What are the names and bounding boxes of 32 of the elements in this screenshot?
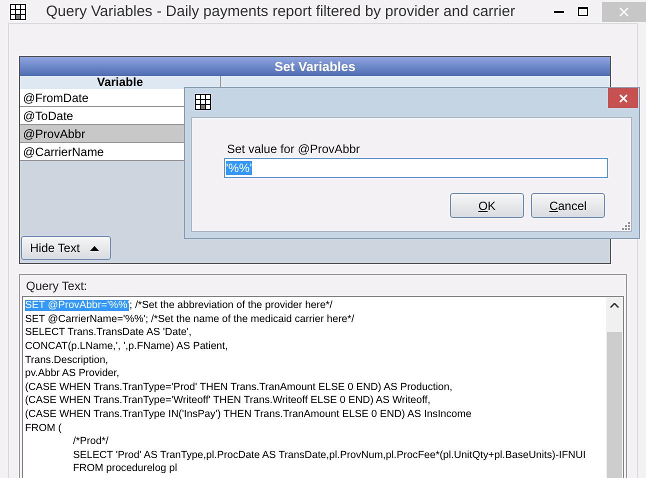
code-line: pv.Abbr AS Provider, [25,367,120,381]
code-line: (CASE WHEN Trans.TranType IN('InsPay') THEN Trans.TranAmount ELSE 0 END) AS InsIncome [25,408,472,422]
code-line: Trans.Description, [25,354,110,368]
grid-title: Set Variables [20,57,610,76]
resize-grip-icon[interactable] [622,222,630,230]
close-icon [618,94,628,102]
grid-icon [195,94,211,110]
code-line: ; /*Set the abbreviation of the provider here*/ [129,300,333,312]
scrollbar[interactable] [606,297,623,478]
code-line: SELECT 'Prod' AS TranType,pl.ProcDate AS TransDate,pl.ProvNum,pl.ProcFee*(pl.UnitQty+pl.BaseUnits)-IFNUI [72,448,587,462]
code-line: FROM ( [25,422,63,436]
code-line: SET @CarrierName='%%'; /*Set the name of the medicaid carrier here*/ [25,312,356,326]
dialog-button[interactable]: Cancel [531,193,605,218]
caret-icon [90,246,99,251]
code-line: SELECT Trans.TransDate AS 'Date', [25,326,192,340]
grid-icon [10,4,26,20]
window-title: Query Variables - Daily payments report filtered by provider and carrier [46,3,516,20]
code-line: (CASE WHEN Trans.TranType='Writeoff' THEN Trans.Writeoff ELSE 0 END) AS Writeoff, [25,394,432,408]
scroll-up-icon[interactable] [610,303,619,308]
minimize-icon[interactable] [554,10,564,13]
hide-text-button[interactable]: Hide Text [21,236,111,260]
selected-text: SET @ProvAbbr='%%' [25,300,130,312]
maximize-icon[interactable] [578,7,588,16]
code-line: CONCAT(p.LName,', ',p.FName) AS Patient, [25,340,229,354]
code-line: /*Prod*/ [72,435,110,449]
code-line: FROM procedurelog pl [72,462,178,476]
query-text-label: Query Text: [25,279,88,294]
close-button[interactable] [608,88,638,108]
code-line: (CASE WHEN Trans.TranType='Prod' THEN Trans.TranAmount ELSE 0 END) AS Production, [25,380,454,394]
value-label: Set value for @ProvAbbr [227,142,361,156]
dialog-button[interactable]: OK [450,193,524,218]
close-icon [619,6,629,17]
